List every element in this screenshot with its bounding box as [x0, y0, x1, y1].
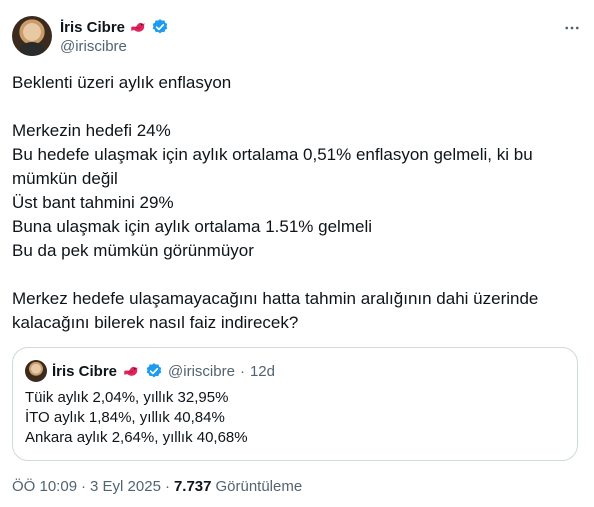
author-avatar[interactable] [12, 16, 52, 56]
verified-badge-icon [152, 19, 168, 34]
quoted-tweet[interactable]: İris Cibre @iriscibre · 12d Tüik aylık 2… [12, 347, 578, 461]
author-handle[interactable]: @iriscibre [60, 38, 127, 55]
tweet-line: Bu da pek mümkün görünmüyor [12, 241, 254, 260]
quoted-tweet-text: Tüik aylık 2,04%, yıllık 32,95% İTO aylı… [25, 388, 248, 448]
quoted-tweet-header: İris Cibre @iriscibre · 12d [25, 360, 275, 382]
quoted-line: İTO aylık 1,84%, yıllık 40,84% [25, 409, 225, 426]
tweet-line: Merkezin hedefi 24% [12, 121, 171, 140]
tweet-line: Üst bant tahmini 29% [12, 193, 174, 212]
verified-badge-icon [146, 363, 162, 378]
tweet-line: Buna ulaşmak için aylık ortalama 1.51% g… [12, 217, 373, 236]
quoted-line: Tüik aylık 2,04%, yıllık 32,95% [25, 389, 229, 406]
tweet-header: İris Cibre @iriscibre [12, 16, 582, 60]
quoted-author-avatar [25, 360, 47, 382]
red-bird-emoji-icon [124, 366, 138, 376]
quoted-separator: · [239, 362, 245, 380]
more-horizontal-icon[interactable] [562, 18, 582, 38]
quoted-author-name: İris Cibre [52, 362, 118, 380]
quoted-line: Ankara aylık 2,64%, yıllık 40,68% [25, 429, 248, 446]
tweet-text: Beklenti üzeri aylık enflasyon Merkezin … [12, 71, 578, 335]
tweet-footer: ÖÖ 10:09 · 3 Eyl 2025 · 7.737 Görüntülem… [12, 478, 302, 495]
tweet-line: Bu hedefe ulaşmak için aylık ortalama 0,… [12, 145, 533, 164]
tweet-date[interactable]: 3 Eyl 2025 [90, 478, 161, 495]
tweet-line: Beklenti üzeri aylık enflasyon [12, 73, 232, 92]
views-label: Görüntüleme [215, 478, 303, 495]
footer-separator: · [164, 478, 170, 495]
footer-separator: · [81, 478, 87, 495]
quoted-author-handle: @iriscibre [168, 362, 235, 380]
views-count: 7.737 [173, 478, 212, 495]
author-name-row: İris Cibre [60, 17, 169, 37]
author-name[interactable]: İris Cibre [60, 19, 125, 36]
red-bird-emoji-icon [131, 22, 145, 32]
tweet-line: mümkün değil [12, 169, 118, 188]
tweet-line: kalacağını bilerek nasıl faiz indirecek? [12, 313, 299, 332]
tweet-time[interactable]: ÖÖ 10:09 [12, 478, 77, 495]
quoted-age: 12d [249, 362, 275, 380]
tweet-line: Merkez hedefe ulaşamayacağını hatta tahm… [12, 289, 539, 308]
